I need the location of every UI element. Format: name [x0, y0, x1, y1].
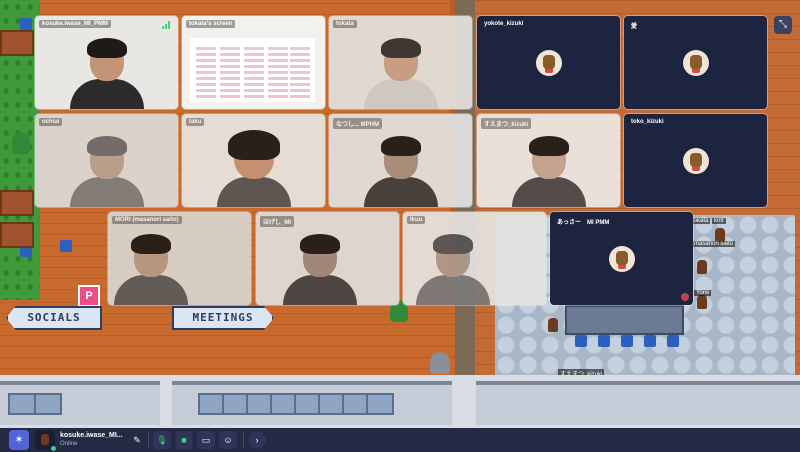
chair — [575, 335, 587, 347]
video-tile[interactable]: tokata — [329, 16, 472, 109]
video-tile[interactable]: tokata's screen — [182, 16, 325, 109]
screen-share-icon: ▭ — [201, 435, 211, 445]
participant-video — [113, 234, 188, 305]
participant-video — [216, 130, 291, 207]
participant-video — [416, 234, 491, 305]
participant-video — [363, 136, 438, 207]
participant-name: taku — [186, 118, 205, 126]
user-avatar[interactable] — [35, 430, 56, 451]
video-tile[interactable]: 愛 — [624, 16, 767, 109]
avatar — [682, 49, 709, 76]
plant — [12, 132, 30, 154]
participant-name: MORI (masanori saito) — [112, 216, 182, 224]
meetings-sign: MEETINGS — [172, 306, 274, 330]
participant-video — [69, 136, 144, 207]
participant-video — [363, 38, 438, 109]
player-avatar[interactable] — [697, 295, 707, 309]
participant-video — [511, 136, 586, 207]
desk — [0, 222, 34, 248]
emoji-icon: ☺ — [223, 435, 233, 445]
camera-button[interactable]: ■ — [175, 431, 193, 449]
chair — [621, 335, 633, 347]
participant-name: tokata's screen — [186, 20, 236, 28]
participant-name: あっさー MI PMM — [557, 220, 610, 226]
socials-sign: SOCIALS — [6, 306, 102, 330]
chevron-right-icon: › — [255, 435, 259, 445]
user-info[interactable]: kosuke.iwase_MI... Online — [60, 431, 132, 449]
shrink-icon: ⤡ — [779, 19, 787, 30]
participant-video — [69, 38, 144, 109]
player-avatar[interactable] — [697, 260, 707, 274]
divider — [243, 433, 244, 447]
video-tile[interactable]: MORI (masanori saito) — [108, 212, 251, 305]
video-tile[interactable]: yokote_kizuki — [477, 16, 620, 109]
chair — [598, 335, 610, 347]
participant-name: kosuke.iwase_MI_PMM — [39, 20, 112, 28]
participant-video — [283, 234, 358, 305]
video-tile[interactable]: kosuke.iwase_MI_PMM — [35, 16, 178, 109]
player-label: Yone — [694, 290, 712, 296]
video-tile[interactable]: ほげし_MI — [256, 212, 399, 305]
avatar — [535, 49, 562, 76]
player-avatar[interactable] — [715, 228, 725, 242]
avatar — [608, 245, 635, 272]
chair — [644, 335, 656, 347]
player-label: kntr — [712, 218, 727, 224]
bottom-wall — [0, 375, 800, 428]
mic-icon: 🎙 — [156, 435, 168, 445]
user-name: kosuke.iwase_MI... — [60, 432, 123, 439]
bottom-toolbar: ✶ kosuke.iwase_MI... Online ✎ 🎙 ■ ▭ ☺ › — [0, 428, 800, 452]
mic-muted-icon — [681, 293, 689, 301]
participant-name: toko_kizuki — [631, 119, 664, 125]
participant-name: Ikuu — [407, 216, 426, 224]
video-tile[interactable]: ochiai — [35, 114, 178, 207]
participant-name: 愛 — [631, 24, 638, 30]
statue — [430, 352, 450, 374]
expand-toolbar-button[interactable]: › — [248, 431, 266, 449]
video-tile[interactable]: あっさー MI PMM — [550, 212, 693, 305]
collapse-videos-button[interactable]: ⤡ — [774, 16, 792, 34]
video-tile[interactable]: Ikuu — [403, 212, 546, 305]
divider — [148, 433, 149, 447]
video-tile[interactable]: toko_kizuki — [624, 114, 767, 207]
meeting-table — [565, 305, 684, 335]
gather-logo-icon[interactable]: ✶ — [9, 430, 29, 450]
desk — [0, 30, 34, 56]
camera-icon: ■ — [181, 435, 187, 445]
participant-name: yokote_kizuki — [484, 21, 524, 27]
video-tile[interactable]: taku — [182, 114, 325, 207]
chair — [60, 240, 72, 252]
participant-name: すえまつ_kizuki — [481, 118, 532, 129]
desk — [0, 190, 34, 216]
player-avatar[interactable] — [548, 318, 558, 332]
user-status: Online — [60, 441, 78, 447]
video-tile[interactable]: すえまつ_kizuki — [477, 114, 620, 207]
avatar — [682, 147, 709, 174]
participant-name: ほげし_MI — [260, 216, 295, 227]
signal-icon — [162, 21, 172, 29]
portal-icon[interactable]: P — [78, 285, 100, 307]
participant-name: tokata — [333, 20, 357, 28]
screen-share-button[interactable]: ▭ — [197, 431, 215, 449]
player-label: tokata — [690, 218, 711, 224]
shared-screen — [190, 38, 315, 102]
pencil-icon[interactable]: ✎ — [132, 431, 142, 449]
chair — [20, 18, 32, 30]
participant-name: なつし... MPHM — [333, 118, 382, 129]
online-status-dot — [51, 446, 56, 451]
player-label: masanori saito — [692, 241, 736, 247]
chair — [667, 335, 679, 347]
mic-button[interactable]: 🎙 — [153, 431, 171, 449]
video-tile[interactable]: なつし... MPHM — [329, 114, 472, 207]
emoji-button[interactable]: ☺ — [219, 431, 237, 449]
participant-name: ochiai — [39, 118, 63, 126]
